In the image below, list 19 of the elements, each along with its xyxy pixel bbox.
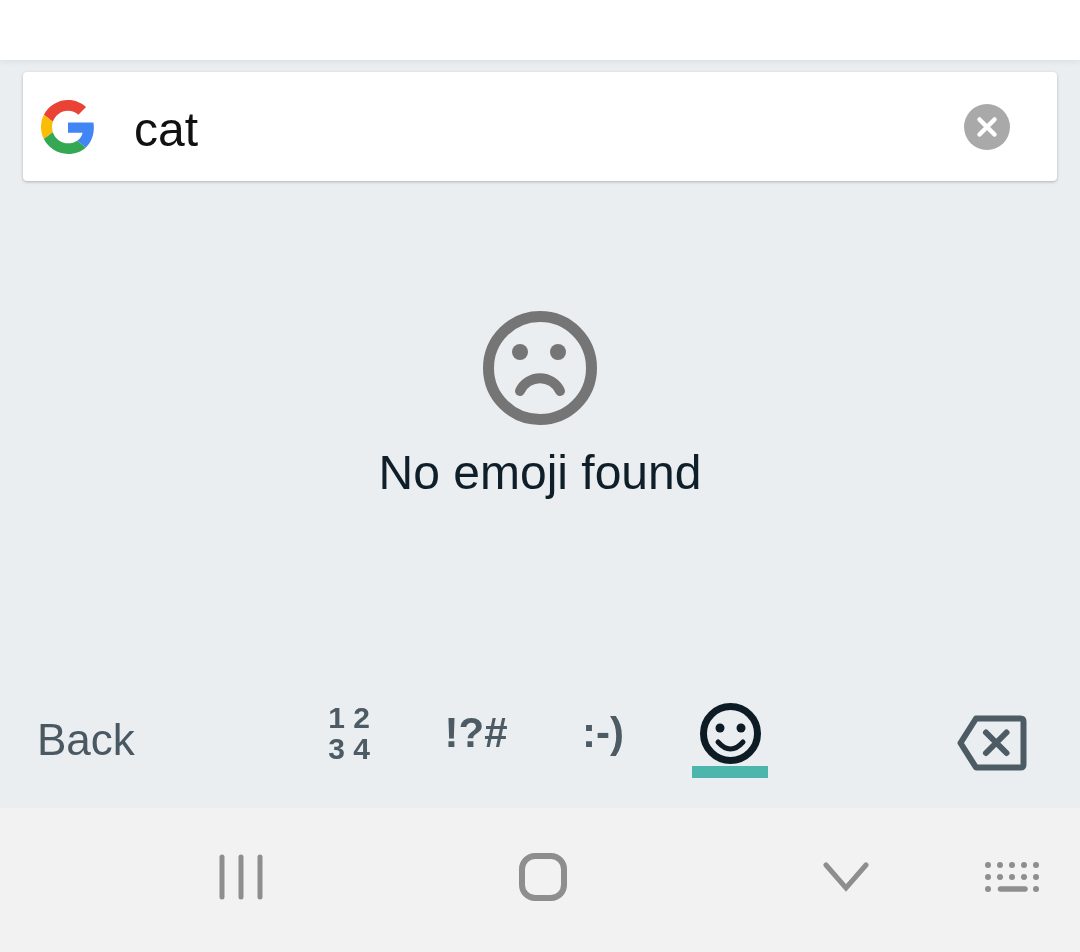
clear-icon	[964, 103, 1010, 150]
chevron-down-icon	[823, 861, 869, 892]
back-button[interactable]: Back	[37, 718, 135, 762]
category-tab[interactable]: !?#	[438, 700, 514, 778]
category-tab[interactable]: :-)	[565, 700, 641, 778]
emoji-tab[interactable]	[692, 700, 768, 778]
sad-face-icon	[483, 311, 597, 425]
smiley-icon	[699, 702, 761, 764]
backspace-button[interactable]	[957, 715, 1027, 771]
backspace-icon	[957, 715, 1027, 771]
search-field[interactable]: cat	[23, 72, 1057, 181]
keyboard-icon	[984, 860, 1040, 893]
home-icon	[519, 852, 567, 901]
no-results-message: No emoji found	[378, 449, 702, 497]
search-input[interactable]: cat	[134, 96, 940, 157]
category-tab[interactable]: 1 2 3 4	[311, 700, 387, 778]
clear-button[interactable]	[964, 103, 1010, 150]
multicolor-g-icon	[41, 99, 95, 154]
recent-apps-icon	[219, 853, 263, 900]
